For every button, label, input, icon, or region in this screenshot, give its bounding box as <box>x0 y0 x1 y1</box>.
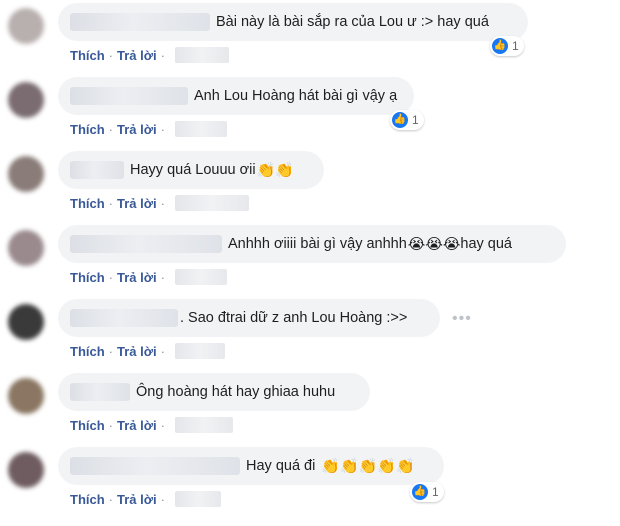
separator-dot: · <box>160 343 165 359</box>
avatar[interactable] <box>8 230 44 266</box>
reply-link[interactable]: Trả lời <box>117 344 157 359</box>
avatar[interactable] <box>8 378 44 414</box>
more-options-icon[interactable]: ••• <box>452 310 472 328</box>
comment-bubble: Ông hoàng hát hay ghiaa huhu <box>58 373 370 411</box>
separator-dot: · <box>108 121 114 137</box>
reaction-number: 1 <box>512 39 519 53</box>
separator-dot: · <box>108 343 114 359</box>
comment-actions: Thích · Trả lời · <box>70 491 221 507</box>
separator-dot: · <box>160 491 165 507</box>
comment-bubble: Hayy quá Louuu ơii 👏👏 <box>58 151 324 189</box>
timestamp-blurred[interactable] <box>174 47 229 63</box>
separator-dot: · <box>160 121 165 137</box>
separator-dot: · <box>108 269 114 285</box>
like-link[interactable]: Thích <box>70 270 105 285</box>
comment-text: . Sao đtrai dữ z anh Lou Hoàng :>> <box>180 310 408 326</box>
timestamp-blurred[interactable] <box>174 269 227 285</box>
like-link[interactable]: Thích <box>70 492 105 507</box>
separator-dot: · <box>160 195 165 211</box>
comment-text: Anhhh ơiiii bài gì vậy anhhh <box>228 236 407 252</box>
like-reaction-icon: 👍 <box>492 38 508 54</box>
timestamp-blurred[interactable] <box>174 195 249 211</box>
comment-actions: Thích · Trả lời · <box>70 417 233 433</box>
like-reaction-icon: 👍 <box>392 112 408 128</box>
timestamp-blurred[interactable] <box>174 491 221 507</box>
comment-actions: Thích · Trả lời · <box>70 269 227 285</box>
comment-item: . Sao đtrai dữ z anh Lou Hoàng :>> ••• T… <box>0 296 620 370</box>
separator-dot: · <box>160 47 165 63</box>
timestamp-blurred[interactable] <box>174 121 227 137</box>
author-name-blurred[interactable] <box>70 13 210 31</box>
comment-item: Anh Lou Hoàng hát bài gì vậy ạ 👍 1 Thích… <box>0 74 620 148</box>
timestamp-blurred[interactable] <box>174 343 225 359</box>
comment-text-tail: hay quá <box>460 236 512 252</box>
comment-bubble: Anh Lou Hoàng hát bài gì vậy ạ <box>58 77 414 115</box>
reply-link[interactable]: Trả lời <box>117 48 157 63</box>
comment-item: Ông hoàng hát hay ghiaa huhu Thích · Trả… <box>0 370 620 444</box>
reaction-count[interactable]: 👍 1 <box>390 110 424 130</box>
author-name-blurred[interactable] <box>70 235 222 253</box>
comment-actions: Thích · Trả lời · <box>70 47 229 63</box>
clapping-hands-emoji: 👏👏 <box>256 161 294 179</box>
author-name-blurred[interactable] <box>70 87 188 105</box>
comment-actions: Thích · Trả lời · <box>70 121 227 137</box>
comment-bubble: . Sao đtrai dữ z anh Lou Hoàng :>> <box>58 299 440 337</box>
comment-text: Ông hoàng hát hay ghiaa huhu <box>136 384 336 400</box>
like-link[interactable]: Thích <box>70 418 105 433</box>
comment-text: Bài này là bài sắp ra của Lou ư :> hay q… <box>216 14 489 30</box>
comment-item: Hay quá đi 👏👏👏👏👏 👍 1 Thích · Trả lời · <box>0 444 620 518</box>
separator-dot: · <box>108 417 114 433</box>
like-link[interactable]: Thích <box>70 48 105 63</box>
like-reaction-icon: 👍 <box>412 484 428 500</box>
reaction-count[interactable]: 👍 1 <box>410 482 444 502</box>
comment-bubble: Anhhh ơiiii bài gì vậy anhhh 😭😭😭 hay quá <box>58 225 566 263</box>
author-name-blurred[interactable] <box>70 309 178 327</box>
comment-actions: Thích · Trả lời · <box>70 195 249 211</box>
avatar[interactable] <box>8 156 44 192</box>
reply-link[interactable]: Trả lời <box>117 196 157 211</box>
separator-dot: · <box>160 269 165 285</box>
reply-link[interactable]: Trả lời <box>117 270 157 285</box>
reaction-number: 1 <box>412 113 419 127</box>
separator-dot: · <box>108 195 114 211</box>
comment-text: Hayy quá Louuu ơii <box>130 162 256 178</box>
comment-text: Hay quá đi <box>246 458 316 474</box>
reply-link[interactable]: Trả lời <box>117 418 157 433</box>
crying-face-emoji: 😭😭😭 <box>407 235 461 253</box>
separator-dot: · <box>108 491 114 507</box>
author-name-blurred[interactable] <box>70 161 124 179</box>
like-link[interactable]: Thích <box>70 196 105 211</box>
reply-link[interactable]: Trả lời <box>117 492 157 507</box>
reply-link[interactable]: Trả lời <box>117 122 157 137</box>
author-name-blurred[interactable] <box>70 457 240 475</box>
comment-text: Anh Lou Hoàng hát bài gì vậy ạ <box>194 88 398 104</box>
avatar[interactable] <box>8 82 44 118</box>
comment-bubble: Bài này là bài sắp ra của Lou ư :> hay q… <box>58 3 528 41</box>
avatar[interactable] <box>8 304 44 340</box>
like-link[interactable]: Thích <box>70 122 105 137</box>
avatar[interactable] <box>8 452 44 488</box>
clapping-hands-emoji: 👏👏👏👏👏 <box>321 457 415 475</box>
author-name-blurred[interactable] <box>70 383 130 401</box>
comment-bubble: Hay quá đi 👏👏👏👏👏 <box>58 447 444 485</box>
avatar[interactable] <box>8 8 44 44</box>
separator-dot: · <box>160 417 165 433</box>
comment-item: Anhhh ơiiii bài gì vậy anhhh 😭😭😭 hay quá… <box>0 222 620 296</box>
like-link[interactable]: Thích <box>70 344 105 359</box>
timestamp-blurred[interactable] <box>174 417 233 433</box>
comment-item: Hayy quá Louuu ơii 👏👏 Thích · Trả lời · <box>0 148 620 222</box>
comment-item: Bài này là bài sắp ra của Lou ư :> hay q… <box>0 0 620 74</box>
reaction-number: 1 <box>432 485 439 499</box>
reaction-count[interactable]: 👍 1 <box>490 36 524 56</box>
separator-dot: · <box>108 47 114 63</box>
comment-actions: Thích · Trả lời · <box>70 343 225 359</box>
